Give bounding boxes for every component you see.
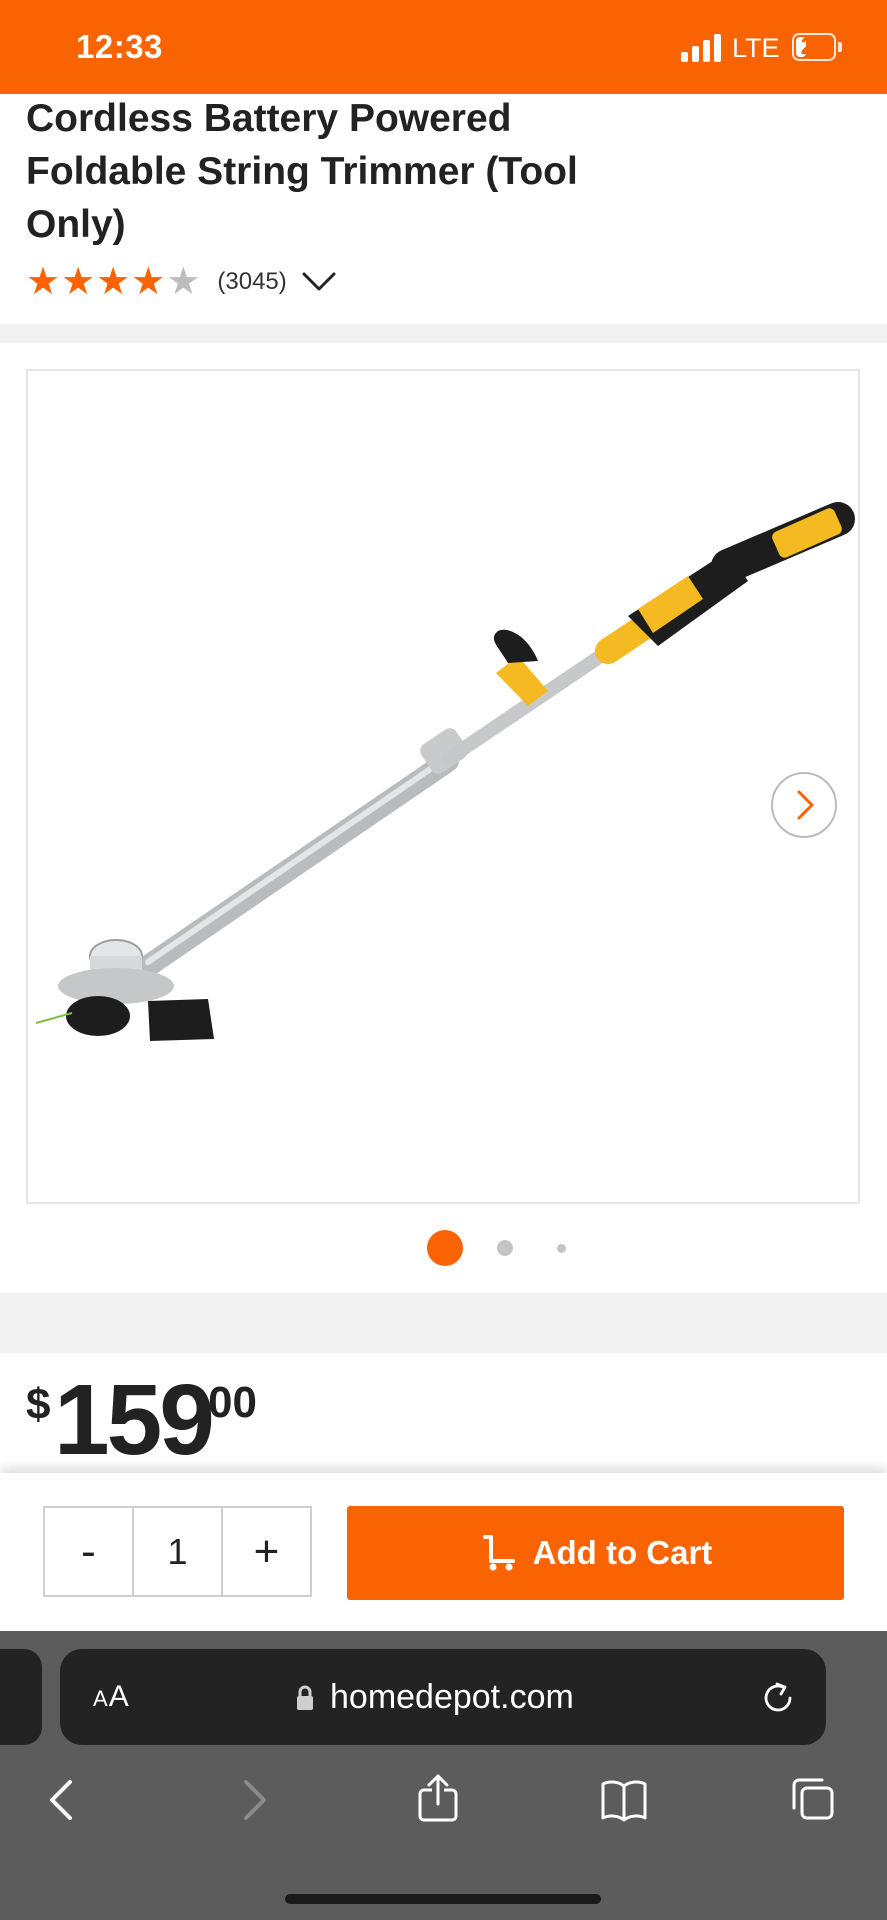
bookmarks-icon[interactable] [600, 1776, 648, 1824]
chevron-down-icon[interactable] [301, 270, 337, 294]
product-title: Cordless Battery Powered Foldable String… [26, 97, 578, 246]
pagination-dot-active[interactable] [427, 1230, 463, 1266]
chevron-right-icon [797, 790, 814, 820]
next-image-button[interactable] [771, 772, 837, 838]
share-icon[interactable] [414, 1774, 462, 1822]
star-filled-icon: ★ [96, 261, 131, 303]
home-indicator[interactable] [285, 1894, 601, 1904]
price-cents: 00 [208, 1378, 257, 1427]
star-rating: ★★★★★ [26, 262, 201, 302]
string-trimmer-illustration [35, 502, 855, 1041]
previous-tab-preview[interactable] [0, 1649, 42, 1745]
add-to-cart-button[interactable]: Add to Cart [347, 1506, 844, 1600]
cart-icon [482, 1535, 515, 1571]
reload-icon[interactable] [760, 1680, 796, 1716]
star-empty-icon: ★ [166, 261, 201, 303]
cell-signal-icon [681, 34, 723, 62]
price-currency: $ [26, 1380, 51, 1429]
quantity-input[interactable]: 1 [134, 1508, 221, 1595]
star-filled-icon: ★ [26, 261, 61, 303]
pagination-dot[interactable] [497, 1240, 513, 1256]
rating-row[interactable]: ★★★★★ (3045) [26, 262, 337, 302]
battery-icon: 27 [792, 33, 836, 61]
url-text[interactable]: homedepot.com [330, 1678, 574, 1717]
quantity-stepper: - 1 + [43, 1506, 312, 1597]
battery-nub [838, 42, 842, 52]
tabs-icon[interactable] [788, 1776, 836, 1824]
battery-level: 27 [800, 33, 828, 60]
pagination-dot[interactable] [556, 1243, 566, 1253]
network-type: LTE [732, 33, 780, 63]
back-icon[interactable] [38, 1776, 86, 1824]
lock-icon [297, 1685, 313, 1710]
product-image[interactable] [26, 369, 860, 1204]
increase-quantity-button[interactable]: + [221, 1508, 310, 1595]
decrease-quantity-button[interactable]: - [45, 1508, 134, 1595]
status-time: 12:33 [76, 28, 163, 65]
gallery-pagination[interactable] [0, 1230, 887, 1266]
star-filled-icon: ★ [131, 261, 166, 303]
text-size-large: A [108, 1680, 130, 1713]
add-to-cart-label: Add to Cart [532, 1534, 713, 1571]
text-size-small: A [93, 1686, 109, 1711]
star-filled-icon: ★ [61, 261, 96, 303]
text-size-button[interactable]: AA [93, 1680, 130, 1714]
review-count[interactable]: (3045) [217, 268, 286, 296]
price-dollars: 159 [54, 1364, 215, 1476]
forward-icon[interactable] [230, 1776, 278, 1824]
